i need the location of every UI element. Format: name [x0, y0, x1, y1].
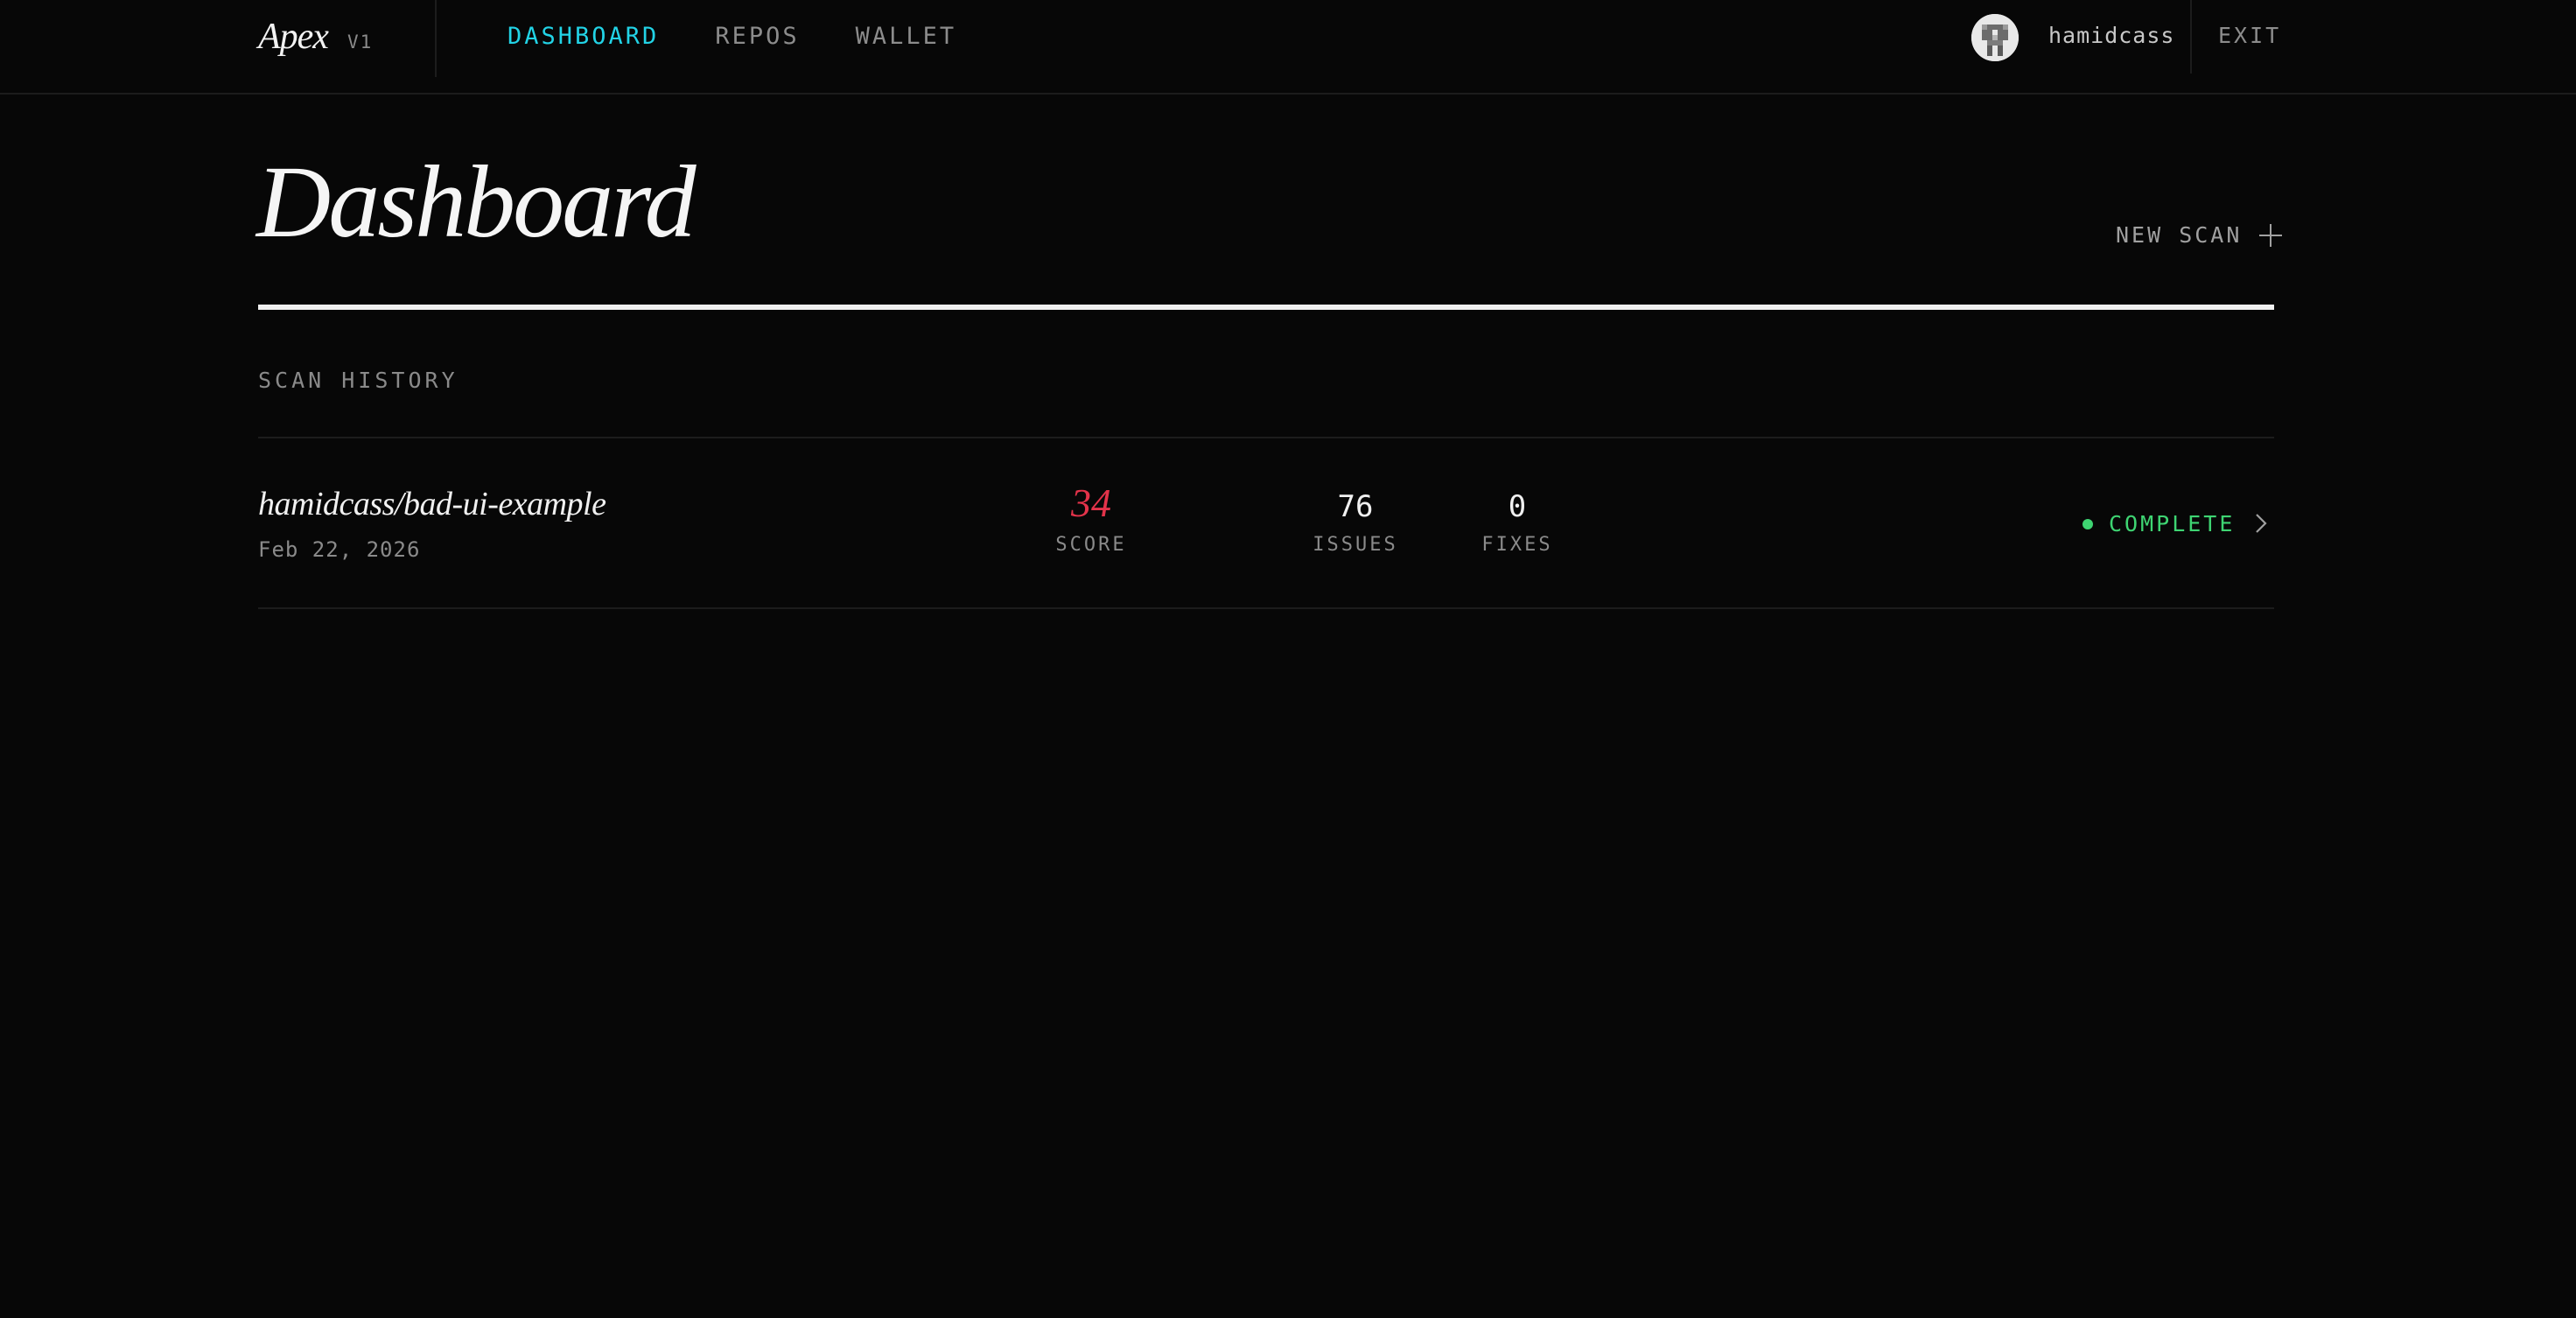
page-title: Dashboard	[256, 144, 696, 259]
fixes-label: FIXES	[1481, 534, 1553, 556]
fixes-metric: 0 FIXES	[1474, 492, 1561, 556]
avatar-pixel-icon	[1971, 14, 2019, 61]
new-scan-button[interactable]: NEW SCAN	[2116, 222, 2283, 248]
nav-item-repos[interactable]: REPOS	[715, 23, 799, 50]
status-dot-icon	[2082, 518, 2093, 529]
exit-button[interactable]: EXIT	[2218, 23, 2281, 48]
app-version-label: V1	[346, 32, 374, 53]
user-divider	[2190, 0, 2192, 74]
status-label: COMPLETE	[2109, 511, 2236, 536]
nav-item-dashboard[interactable]: DASHBOARD	[508, 23, 659, 50]
avatar[interactable]	[1971, 14, 2019, 61]
plus-icon	[2259, 223, 2283, 247]
title-divider	[258, 305, 2274, 310]
status-badge: COMPLETE	[2082, 511, 2235, 536]
list-bottom-divider	[258, 607, 2274, 609]
scan-history-row[interactable]: hamidcass/bad-ui-example Feb 22, 2026 34…	[258, 438, 2274, 607]
score-value: 34	[1071, 480, 1111, 525]
issues-label: ISSUES	[1312, 534, 1398, 556]
scan-repo-name[interactable]: hamidcass/bad-ui-example	[258, 485, 606, 523]
brand-divider	[435, 0, 437, 77]
username-label[interactable]: hamidcass	[2048, 23, 2174, 48]
score-label: SCORE	[1055, 534, 1127, 556]
new-scan-label: NEW SCAN	[2116, 222, 2243, 248]
nav-item-wallet[interactable]: WALLET	[856, 23, 957, 50]
issues-metric: 76 ISSUES	[1303, 492, 1408, 556]
section-heading-scan-history: SCAN HISTORY	[258, 368, 458, 393]
brand[interactable]: Apex V1	[258, 16, 373, 63]
main-nav: DASHBOARD REPOS WALLET	[508, 23, 956, 50]
scan-date: Feb 22, 2026	[258, 537, 421, 562]
chevron-right-icon[interactable]	[2250, 511, 2271, 536]
fixes-value: 0	[1508, 489, 1527, 524]
score-metric: 34 SCORE	[1047, 480, 1135, 557]
app-logo-name: Apex	[258, 17, 329, 57]
issues-value: 76	[1337, 489, 1374, 524]
top-navigation-bar: Apex V1 DASHBOARD REPOS WALLET hamidcass…	[0, 0, 2576, 95]
